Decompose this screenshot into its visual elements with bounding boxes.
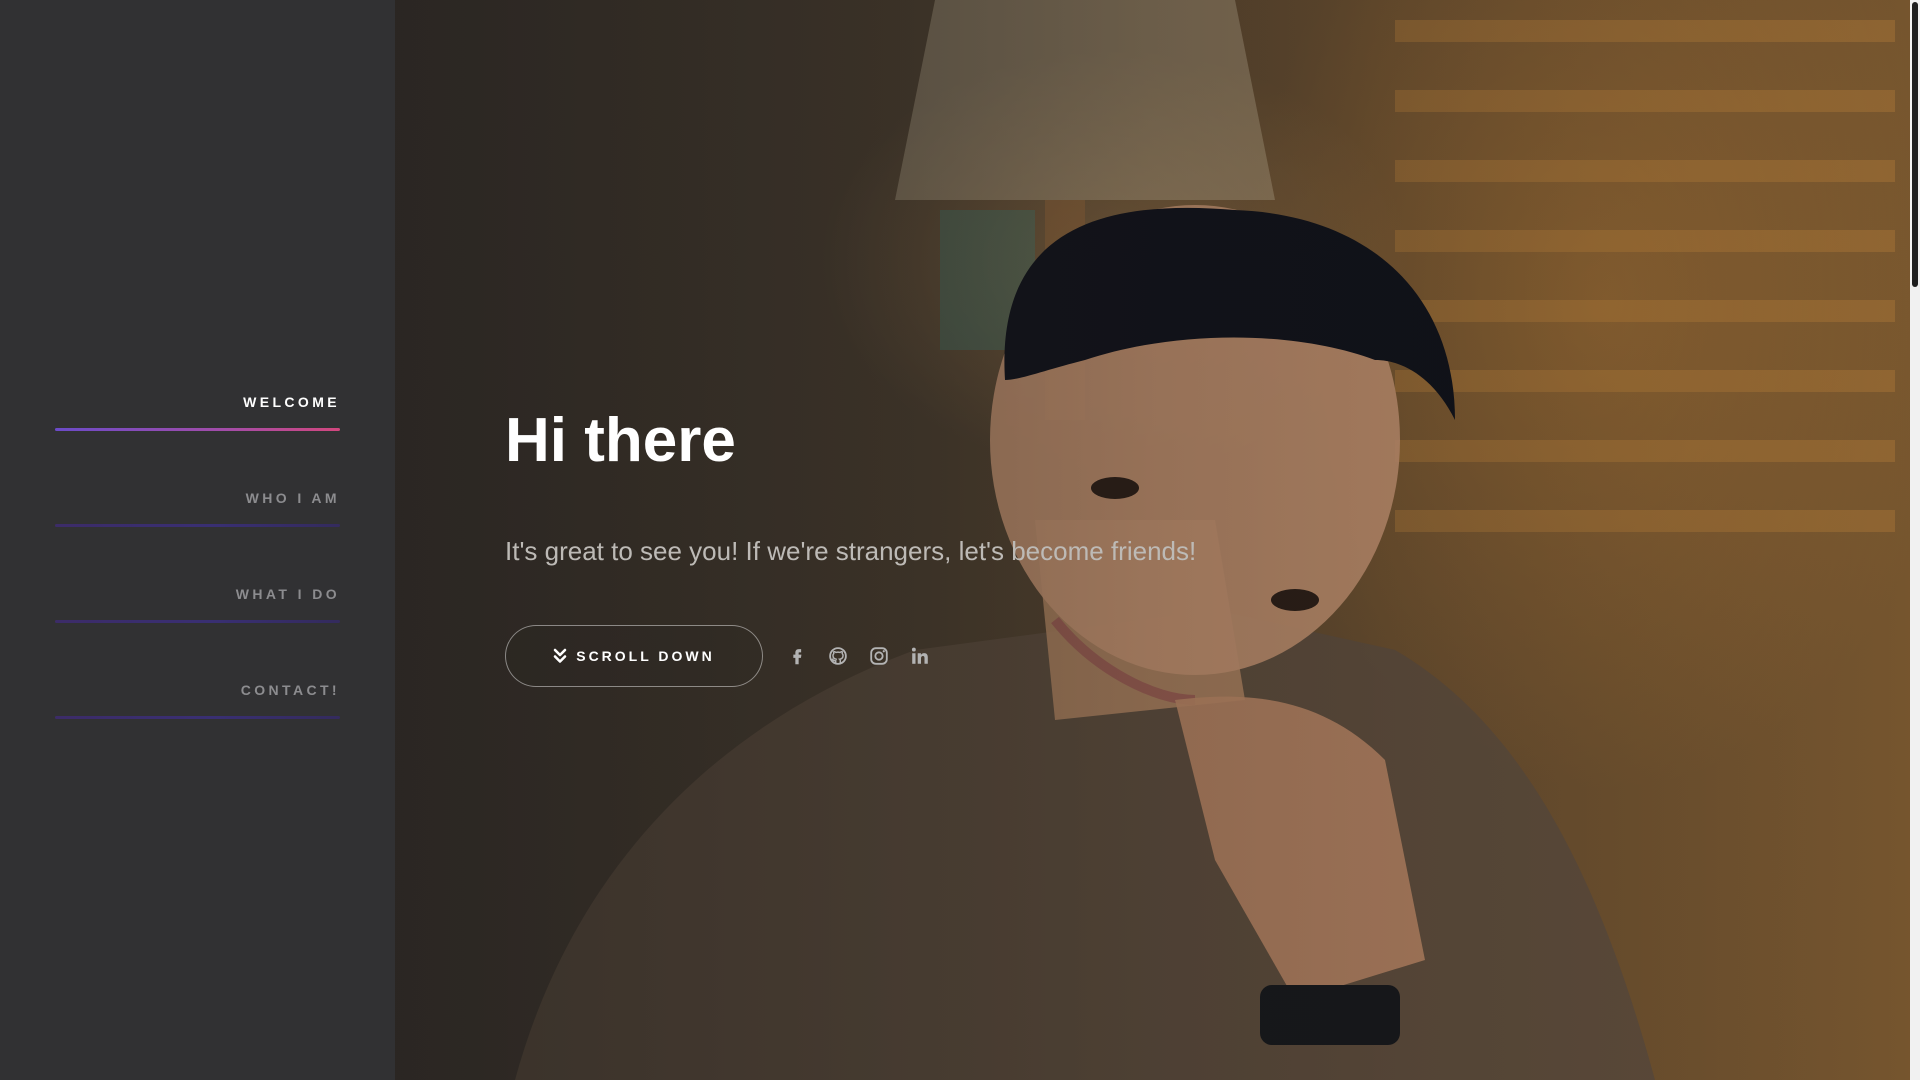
hero-content: Hi there It's great to see you! If we're… [505,405,1405,687]
social-links [785,644,949,668]
nav-item-label: CONTACT! [240,682,340,698]
scrollbar-thumb[interactable] [1912,2,1918,287]
facebook-icon [793,649,802,665]
nav-item-underline [55,620,340,623]
scroll-down-label: SCROLL DOWN [576,648,715,664]
sidebar: WELCOME WHO I AM WHAT I DO CONTACT! [0,0,395,1080]
double-chevron-down-icon [553,648,567,663]
hero-actions: SCROLL DOWN [505,625,1405,687]
nav-item-contact[interactable]: CONTACT! [55,668,340,764]
github-icon [829,647,847,665]
page-scrollbar[interactable] [1910,0,1920,1080]
hero-section: Hi there It's great to see you! If we're… [395,0,1910,1080]
nav-item-label: WELCOME [243,394,340,410]
facebook-link[interactable] [785,644,809,668]
nav-item-underline [55,428,340,431]
nav-item-who-i-am[interactable]: WHO I AM [55,476,340,572]
hero-title: Hi there [505,406,736,475]
nav-item-what-i-do[interactable]: WHAT I DO [55,572,340,668]
instagram-link[interactable] [867,644,891,668]
github-link[interactable] [826,644,850,668]
instagram-icon [870,647,888,665]
scroll-down-button[interactable]: SCROLL DOWN [505,625,763,687]
nav-item-welcome[interactable]: WELCOME [55,380,340,476]
nav-item-label: WHO I AM [245,490,340,506]
hero-subtitle: It's great to see you! If we're stranger… [505,536,1197,566]
linkedin-link[interactable] [908,644,932,668]
page: WELCOME WHO I AM WHAT I DO CONTACT! Hi t… [0,0,1920,1080]
nav-item-label: WHAT I DO [235,586,340,602]
linkedin-icon [911,647,928,664]
nav-item-underline [55,716,340,719]
sidebar-nav: WELCOME WHO I AM WHAT I DO CONTACT! [55,380,340,764]
nav-item-underline [55,524,340,527]
